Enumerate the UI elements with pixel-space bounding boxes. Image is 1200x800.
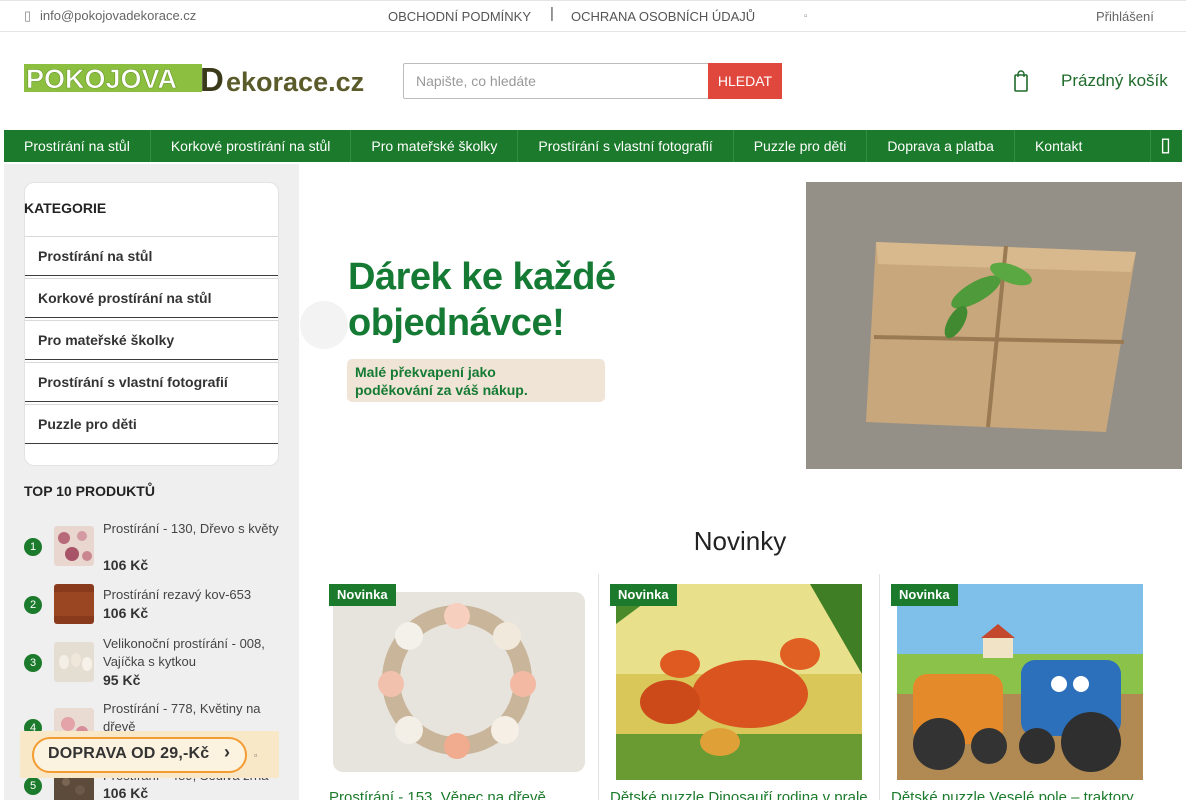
product-title[interactable]: Dětské puzzle Veselé pole – traktory xyxy=(891,789,1149,800)
category-item[interactable]: Prostírání na stůl xyxy=(25,236,278,276)
login-link[interactable]: Přihlášení xyxy=(1096,9,1154,24)
product-price: 106 Kč xyxy=(103,557,149,573)
language-icon[interactable]: ▫ xyxy=(804,11,808,22)
product-image[interactable] xyxy=(610,584,862,780)
nav-item-skolky[interactable]: Pro mateřské školky xyxy=(351,130,519,162)
banner-headline: Dárek ke každé objednávce! xyxy=(348,254,616,346)
product-image[interactable] xyxy=(329,584,587,780)
top10-heading: TOP 10 PRODUKTŮ xyxy=(24,483,155,499)
rank-badge: 5 xyxy=(24,777,42,795)
nav-item-korkove[interactable]: Korkové prostírání na stůl xyxy=(151,130,352,162)
product-title[interactable]: Dětské puzzle Dinosauří rodina v pralese xyxy=(610,789,868,800)
chevron-right-icon[interactable]: › xyxy=(224,742,230,763)
nav-item-prostirani[interactable]: Prostírání na stůl xyxy=(4,130,151,162)
close-icon[interactable]: ▫ xyxy=(254,750,257,760)
new-badge: Novinka xyxy=(610,584,677,606)
email-link[interactable]: ▯ info@pokojovadekorace.cz xyxy=(24,8,196,24)
top-links-separator: | xyxy=(550,5,554,22)
banner-gift-image[interactable] xyxy=(806,182,1182,469)
nav-item-doprava[interactable]: Doprava a platba xyxy=(867,130,1015,162)
category-item[interactable]: Puzzle pro děti xyxy=(25,404,278,444)
product-price: 106 Kč xyxy=(103,605,149,621)
product-price: 95 Kč xyxy=(103,672,141,688)
section-title: Novinky xyxy=(693,526,787,556)
banner-headline-line2: objednávce! xyxy=(348,302,565,344)
rank-badge: 3 xyxy=(24,654,42,672)
terms-link[interactable]: OBCHODNÍ PODMÍNKY xyxy=(388,9,531,24)
carousel-prev-button[interactable] xyxy=(300,301,348,349)
product-name[interactable]: Velikonoční prostírání - 008, Vajíčka s … xyxy=(103,635,281,671)
category-item[interactable]: Prostírání s vlastní fotografií xyxy=(25,362,278,402)
product-price: 106 Kč xyxy=(103,785,149,800)
banner-subtitle: Malé překvapení jako poděkování za váš n… xyxy=(355,364,528,398)
product-thumbnail[interactable] xyxy=(54,584,94,624)
product-image[interactable] xyxy=(891,584,1143,780)
site-logo[interactable]: POKOJOVA D ekorace.cz xyxy=(24,64,368,96)
categories-heading: KATEGORIE xyxy=(24,200,107,216)
logo-text-part3: ekorace.cz xyxy=(226,67,364,96)
card-divider xyxy=(598,574,599,800)
logo-text-part1: POKOJOVA xyxy=(26,64,177,94)
product-thumbnail[interactable] xyxy=(54,642,94,682)
menu-icon[interactable] xyxy=(1150,130,1182,162)
shipping-text[interactable]: DOPRAVA OD 29,-Kč xyxy=(48,745,209,763)
rank-badge: 2 xyxy=(24,596,42,614)
new-badge: Novinka xyxy=(329,584,396,606)
nav-item-fotografie[interactable]: Prostírání s vlastní fotografií xyxy=(518,130,734,162)
top-bar: ▯ info@pokojovadekorace.cz OBCHODNÍ PODMÍ… xyxy=(0,0,1186,32)
product-name[interactable]: Prostírání rezavý kov-653 xyxy=(103,586,281,604)
category-item[interactable]: Korkové prostírání na stůl xyxy=(25,278,278,318)
banner-headline-line1: Dárek ke každé xyxy=(348,256,616,298)
logo-text-part2: D xyxy=(200,64,224,96)
category-item[interactable]: Pro mateřské školky xyxy=(25,320,278,360)
search-input[interactable] xyxy=(403,63,709,99)
card-divider xyxy=(879,574,880,800)
product-title[interactable]: Prostírání - 153, Věnec na dřevě xyxy=(329,789,589,800)
nav-item-puzzle[interactable]: Puzzle pro děti xyxy=(734,130,868,162)
search-button[interactable]: HLEDAT xyxy=(708,63,782,99)
main-navigation: Prostírání na stůl Korkové prostírání na… xyxy=(4,130,1182,162)
shopping-bag-icon[interactable] xyxy=(1013,70,1029,92)
nav-item-kontakt[interactable]: Kontakt xyxy=(1015,130,1102,162)
privacy-link[interactable]: OCHRANA OSOBNÍCH ÚDAJŮ xyxy=(571,9,755,24)
cart-status[interactable]: Prázdný košík xyxy=(1061,71,1168,91)
mail-icon: ▯ xyxy=(24,8,32,23)
new-badge: Novinka xyxy=(891,584,958,606)
